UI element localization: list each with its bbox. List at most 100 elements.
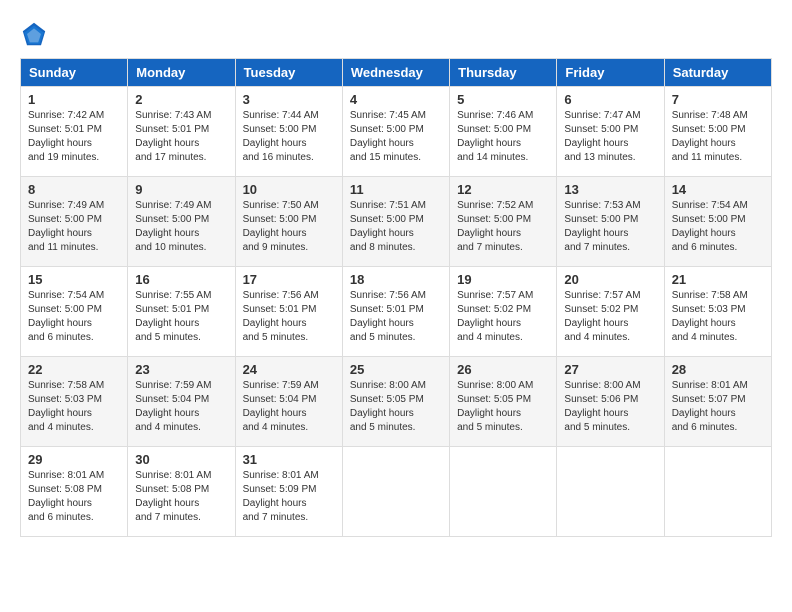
calendar-day-14: 14 Sunrise: 7:54 AM Sunset: 5:00 PM Dayl… <box>664 177 771 267</box>
day-number: 9 <box>135 182 227 197</box>
day-number: 1 <box>28 92 120 107</box>
calendar-week-4: 22 Sunrise: 7:58 AM Sunset: 5:03 PM Dayl… <box>21 357 772 447</box>
day-number: 27 <box>564 362 656 377</box>
calendar-header-row: SundayMondayTuesdayWednesdayThursdayFrid… <box>21 59 772 87</box>
calendar-day-7: 7 Sunrise: 7:48 AM Sunset: 5:00 PM Dayli… <box>664 87 771 177</box>
day-number: 18 <box>350 272 442 287</box>
calendar-day-24: 24 Sunrise: 7:59 AM Sunset: 5:04 PM Dayl… <box>235 357 342 447</box>
calendar-day-6: 6 Sunrise: 7:47 AM Sunset: 5:00 PM Dayli… <box>557 87 664 177</box>
day-info: Sunrise: 7:56 AM Sunset: 5:01 PM Dayligh… <box>243 289 335 345</box>
calendar-day-8: 8 Sunrise: 7:49 AM Sunset: 5:00 PM Dayli… <box>21 177 128 267</box>
day-number: 17 <box>243 272 335 287</box>
day-number: 11 <box>350 182 442 197</box>
day-info: Sunrise: 8:01 AM Sunset: 5:07 PM Dayligh… <box>672 379 764 435</box>
day-info: Sunrise: 7:46 AM Sunset: 5:00 PM Dayligh… <box>457 109 549 165</box>
calendar-day-20: 20 Sunrise: 7:57 AM Sunset: 5:02 PM Dayl… <box>557 267 664 357</box>
day-info: Sunrise: 8:01 AM Sunset: 5:08 PM Dayligh… <box>28 469 120 525</box>
calendar-day-1: 1 Sunrise: 7:42 AM Sunset: 5:01 PM Dayli… <box>21 87 128 177</box>
day-number: 20 <box>564 272 656 287</box>
day-info: Sunrise: 7:43 AM Sunset: 5:01 PM Dayligh… <box>135 109 227 165</box>
header <box>20 20 772 48</box>
day-number: 21 <box>672 272 764 287</box>
calendar-header-tuesday: Tuesday <box>235 59 342 87</box>
day-info: Sunrise: 8:00 AM Sunset: 5:05 PM Dayligh… <box>350 379 442 435</box>
day-info: Sunrise: 7:51 AM Sunset: 5:00 PM Dayligh… <box>350 199 442 255</box>
calendar-day-29: 29 Sunrise: 8:01 AM Sunset: 5:08 PM Dayl… <box>21 447 128 537</box>
day-number: 2 <box>135 92 227 107</box>
day-info: Sunrise: 8:01 AM Sunset: 5:09 PM Dayligh… <box>243 469 335 525</box>
day-number: 25 <box>350 362 442 377</box>
calendar-day-23: 23 Sunrise: 7:59 AM Sunset: 5:04 PM Dayl… <box>128 357 235 447</box>
calendar-day-19: 19 Sunrise: 7:57 AM Sunset: 5:02 PM Dayl… <box>450 267 557 357</box>
calendar-day-13: 13 Sunrise: 7:53 AM Sunset: 5:00 PM Dayl… <box>557 177 664 267</box>
day-number: 6 <box>564 92 656 107</box>
calendar-header-friday: Friday <box>557 59 664 87</box>
day-number: 15 <box>28 272 120 287</box>
calendar-table: SundayMondayTuesdayWednesdayThursdayFrid… <box>20 58 772 537</box>
calendar-day-5: 5 Sunrise: 7:46 AM Sunset: 5:00 PM Dayli… <box>450 87 557 177</box>
calendar-day-27: 27 Sunrise: 8:00 AM Sunset: 5:06 PM Dayl… <box>557 357 664 447</box>
day-info: Sunrise: 7:50 AM Sunset: 5:00 PM Dayligh… <box>243 199 335 255</box>
calendar-week-1: 1 Sunrise: 7:42 AM Sunset: 5:01 PM Dayli… <box>21 87 772 177</box>
day-info: Sunrise: 8:00 AM Sunset: 5:06 PM Dayligh… <box>564 379 656 435</box>
day-number: 10 <box>243 182 335 197</box>
day-info: Sunrise: 7:59 AM Sunset: 5:04 PM Dayligh… <box>243 379 335 435</box>
day-info: Sunrise: 7:58 AM Sunset: 5:03 PM Dayligh… <box>672 289 764 345</box>
calendar-week-2: 8 Sunrise: 7:49 AM Sunset: 5:00 PM Dayli… <box>21 177 772 267</box>
day-info: Sunrise: 7:54 AM Sunset: 5:00 PM Dayligh… <box>28 289 120 345</box>
day-info: Sunrise: 7:48 AM Sunset: 5:00 PM Dayligh… <box>672 109 764 165</box>
day-info: Sunrise: 8:00 AM Sunset: 5:05 PM Dayligh… <box>457 379 549 435</box>
calendar-header-thursday: Thursday <box>450 59 557 87</box>
calendar-day-18: 18 Sunrise: 7:56 AM Sunset: 5:01 PM Dayl… <box>342 267 449 357</box>
day-number: 16 <box>135 272 227 287</box>
calendar-day-3: 3 Sunrise: 7:44 AM Sunset: 5:00 PM Dayli… <box>235 87 342 177</box>
day-info: Sunrise: 7:59 AM Sunset: 5:04 PM Dayligh… <box>135 379 227 435</box>
day-number: 5 <box>457 92 549 107</box>
day-info: Sunrise: 7:49 AM Sunset: 5:00 PM Dayligh… <box>135 199 227 255</box>
day-info: Sunrise: 7:57 AM Sunset: 5:02 PM Dayligh… <box>457 289 549 345</box>
day-number: 8 <box>28 182 120 197</box>
logo <box>20 20 52 48</box>
day-info: Sunrise: 7:58 AM Sunset: 5:03 PM Dayligh… <box>28 379 120 435</box>
day-info: Sunrise: 7:47 AM Sunset: 5:00 PM Dayligh… <box>564 109 656 165</box>
calendar-day-25: 25 Sunrise: 8:00 AM Sunset: 5:05 PM Dayl… <box>342 357 449 447</box>
day-number: 14 <box>672 182 764 197</box>
logo-icon <box>20 20 48 48</box>
calendar-day-4: 4 Sunrise: 7:45 AM Sunset: 5:00 PM Dayli… <box>342 87 449 177</box>
calendar-day-17: 17 Sunrise: 7:56 AM Sunset: 5:01 PM Dayl… <box>235 267 342 357</box>
calendar-day-22: 22 Sunrise: 7:58 AM Sunset: 5:03 PM Dayl… <box>21 357 128 447</box>
day-number: 31 <box>243 452 335 467</box>
calendar-day-15: 15 Sunrise: 7:54 AM Sunset: 5:00 PM Dayl… <box>21 267 128 357</box>
calendar-day-10: 10 Sunrise: 7:50 AM Sunset: 5:00 PM Dayl… <box>235 177 342 267</box>
calendar-day-9: 9 Sunrise: 7:49 AM Sunset: 5:00 PM Dayli… <box>128 177 235 267</box>
calendar-day-28: 28 Sunrise: 8:01 AM Sunset: 5:07 PM Dayl… <box>664 357 771 447</box>
empty-cell <box>450 447 557 537</box>
day-info: Sunrise: 8:01 AM Sunset: 5:08 PM Dayligh… <box>135 469 227 525</box>
calendar-body: 1 Sunrise: 7:42 AM Sunset: 5:01 PM Dayli… <box>21 87 772 537</box>
day-info: Sunrise: 7:49 AM Sunset: 5:00 PM Dayligh… <box>28 199 120 255</box>
day-info: Sunrise: 7:52 AM Sunset: 5:00 PM Dayligh… <box>457 199 549 255</box>
day-number: 26 <box>457 362 549 377</box>
day-number: 23 <box>135 362 227 377</box>
day-info: Sunrise: 7:54 AM Sunset: 5:00 PM Dayligh… <box>672 199 764 255</box>
calendar-day-16: 16 Sunrise: 7:55 AM Sunset: 5:01 PM Dayl… <box>128 267 235 357</box>
calendar-day-21: 21 Sunrise: 7:58 AM Sunset: 5:03 PM Dayl… <box>664 267 771 357</box>
day-number: 24 <box>243 362 335 377</box>
day-number: 12 <box>457 182 549 197</box>
calendar-header-sunday: Sunday <box>21 59 128 87</box>
day-info: Sunrise: 7:45 AM Sunset: 5:00 PM Dayligh… <box>350 109 442 165</box>
day-info: Sunrise: 7:44 AM Sunset: 5:00 PM Dayligh… <box>243 109 335 165</box>
empty-cell <box>557 447 664 537</box>
day-info: Sunrise: 7:55 AM Sunset: 5:01 PM Dayligh… <box>135 289 227 345</box>
day-number: 30 <box>135 452 227 467</box>
calendar-day-11: 11 Sunrise: 7:51 AM Sunset: 5:00 PM Dayl… <box>342 177 449 267</box>
calendar-header-monday: Monday <box>128 59 235 87</box>
calendar-day-2: 2 Sunrise: 7:43 AM Sunset: 5:01 PM Dayli… <box>128 87 235 177</box>
calendar-day-26: 26 Sunrise: 8:00 AM Sunset: 5:05 PM Dayl… <box>450 357 557 447</box>
day-number: 28 <box>672 362 764 377</box>
day-number: 7 <box>672 92 764 107</box>
calendar-week-5: 29 Sunrise: 8:01 AM Sunset: 5:08 PM Dayl… <box>21 447 772 537</box>
calendar-week-3: 15 Sunrise: 7:54 AM Sunset: 5:00 PM Dayl… <box>21 267 772 357</box>
empty-cell <box>664 447 771 537</box>
day-info: Sunrise: 7:42 AM Sunset: 5:01 PM Dayligh… <box>28 109 120 165</box>
